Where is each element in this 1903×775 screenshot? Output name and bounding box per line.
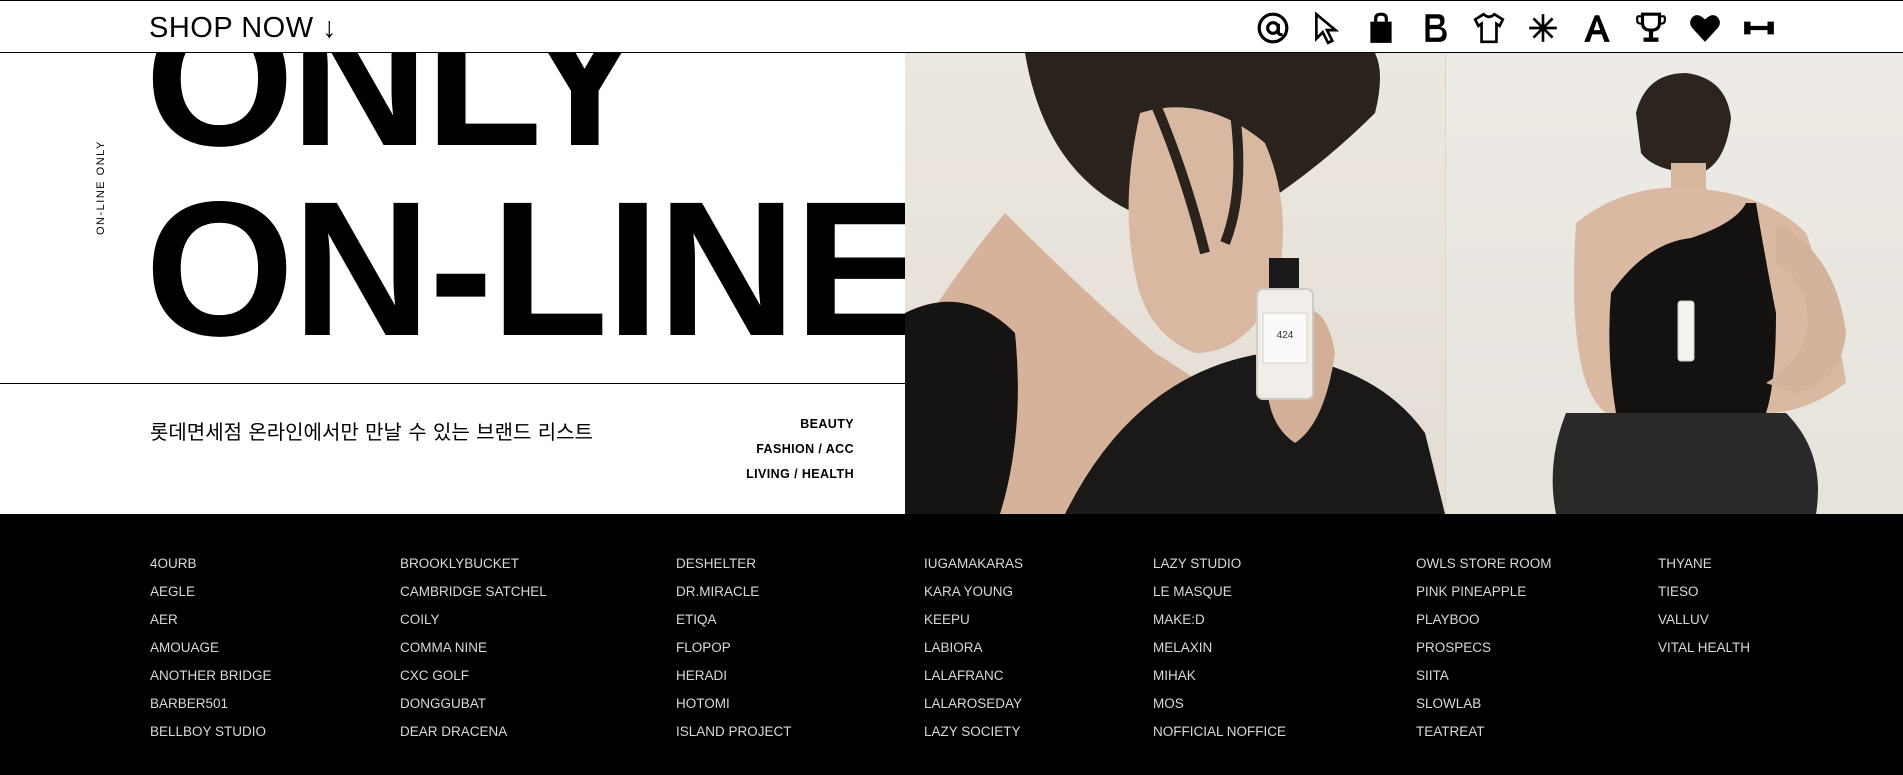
brand-link[interactable]: KEEPU bbox=[924, 606, 1023, 634]
tshirt-icon[interactable] bbox=[1462, 10, 1516, 46]
hero-text-area: ON-LINE ONLY ONLY ON-LINE bbox=[0, 53, 905, 383]
brand-link[interactable]: HOTOMI bbox=[676, 690, 792, 718]
brand-link[interactable]: TIESO bbox=[1658, 578, 1750, 606]
brand-link[interactable]: PINK PINEAPPLE bbox=[1416, 578, 1552, 606]
hero-photo: 424 bbox=[905, 53, 1903, 514]
brand-link[interactable]: FLOPOP bbox=[676, 634, 792, 662]
brand-column-1: 4OURB AEGLE AER AMOUAGE ANOTHER BRIDGE B… bbox=[150, 550, 272, 746]
perfume-bottle-label: 424 bbox=[1277, 330, 1294, 341]
brand-link[interactable]: PROSPECS bbox=[1416, 634, 1552, 662]
brand-link[interactable]: ISLAND PROJECT bbox=[676, 718, 792, 746]
brand-link[interactable]: PLAYBOO bbox=[1416, 606, 1552, 634]
brand-link[interactable]: AER bbox=[150, 606, 272, 634]
brand-link[interactable]: LALAROSEDAY bbox=[924, 690, 1023, 718]
cursor-icon[interactable] bbox=[1300, 10, 1354, 46]
brand-link[interactable]: CXC GOLF bbox=[400, 662, 547, 690]
brand-link[interactable]: COILY bbox=[400, 606, 547, 634]
brand-link[interactable]: SIITA bbox=[1416, 662, 1552, 690]
brand-link[interactable]: BROOKLYBUCKET bbox=[400, 550, 547, 578]
brand-link[interactable]: LALAFRANC bbox=[924, 662, 1023, 690]
category-icon-bar bbox=[1246, 10, 1786, 46]
brand-link[interactable]: NOFFICIAL NOFFICE bbox=[1153, 718, 1286, 746]
brand-link[interactable]: BARBER501 bbox=[150, 690, 272, 718]
hero-subtitle: 롯데면세점 온라인에서만 만날 수 있는 브랜드 리스트 bbox=[150, 420, 593, 444]
heart-icon[interactable] bbox=[1678, 10, 1732, 46]
brand-link[interactable]: KARA YOUNG bbox=[924, 578, 1023, 606]
brand-link[interactable]: ETIQA bbox=[676, 606, 792, 634]
brand-link[interactable]: AEGLE bbox=[150, 578, 272, 606]
at-icon[interactable] bbox=[1246, 10, 1300, 46]
asterisk-icon[interactable] bbox=[1516, 10, 1570, 46]
brand-list: 4OURB AEGLE AER AMOUAGE ANOTHER BRIDGE B… bbox=[0, 514, 1903, 775]
category-beauty[interactable]: BEAUTY bbox=[746, 412, 854, 437]
trophy-icon[interactable] bbox=[1624, 10, 1678, 46]
brand-link[interactable]: VALLUV bbox=[1658, 606, 1750, 634]
brand-link[interactable]: DONGGUBAT bbox=[400, 690, 547, 718]
brand-link[interactable]: TEATREAT bbox=[1416, 718, 1552, 746]
brand-link[interactable]: HERADI bbox=[676, 662, 792, 690]
hero-title-line1: ONLY bbox=[145, 53, 649, 186]
brand-link[interactable]: DESHELTER bbox=[676, 550, 792, 578]
brand-link[interactable]: LAZY SOCIETY bbox=[924, 718, 1023, 746]
brand-link[interactable]: LAZY STUDIO bbox=[1153, 550, 1286, 578]
hero-title-line2: ON-LINE bbox=[145, 161, 905, 376]
brand-column-5: LAZY STUDIO LE MASQUE MAKE:D MELAXIN MIH… bbox=[1153, 550, 1286, 746]
vertical-label: ON-LINE ONLY bbox=[95, 140, 107, 235]
brand-link[interactable]: SLOWLAB bbox=[1416, 690, 1552, 718]
brand-link[interactable]: OWLS STORE ROOM bbox=[1416, 550, 1552, 578]
brand-column-2: BROOKLYBUCKET CAMBRIDGE SATCHEL COILY CO… bbox=[400, 550, 547, 746]
photo-panel-back bbox=[1445, 53, 1903, 514]
shopping-bag-icon[interactable] bbox=[1354, 10, 1408, 46]
category-fashion-acc[interactable]: FASHION / ACC bbox=[746, 437, 854, 462]
brand-link[interactable]: MAKE:D bbox=[1153, 606, 1286, 634]
brand-column-4: IUGAMAKARAS KARA YOUNG KEEPU LABIORA LAL… bbox=[924, 550, 1023, 746]
photo-panel-perfume: 424 bbox=[905, 53, 1445, 514]
brand-link[interactable]: LE MASQUE bbox=[1153, 578, 1286, 606]
brand-link[interactable]: CAMBRIDGE SATCHEL bbox=[400, 578, 547, 606]
letter-b-icon[interactable] bbox=[1408, 10, 1462, 46]
brand-link[interactable]: MOS bbox=[1153, 690, 1286, 718]
brand-link[interactable]: MIHAK bbox=[1153, 662, 1286, 690]
brand-link[interactable]: MELAXIN bbox=[1153, 634, 1286, 662]
brand-link[interactable]: THYANE bbox=[1658, 550, 1750, 578]
letter-a-icon[interactable] bbox=[1570, 10, 1624, 46]
brand-link[interactable]: LABIORA bbox=[924, 634, 1023, 662]
brand-link[interactable]: DEAR DRACENA bbox=[400, 718, 547, 746]
brand-link[interactable]: VITAL HEALTH bbox=[1658, 634, 1750, 662]
category-links: BEAUTY FASHION / ACC LIVING / HEALTH bbox=[746, 412, 854, 487]
top-bar: SHOP NOW ↓ bbox=[0, 0, 1903, 53]
brand-column-7: THYANE TIESO VALLUV VITAL HEALTH bbox=[1658, 550, 1750, 662]
brand-link[interactable]: DR.MIRACLE bbox=[676, 578, 792, 606]
brand-link[interactable]: BELLBOY STUDIO bbox=[150, 718, 272, 746]
brand-link[interactable]: 4OURB bbox=[150, 550, 272, 578]
category-living-health[interactable]: LIVING / HEALTH bbox=[746, 462, 854, 487]
brand-link[interactable]: IUGAMAKARAS bbox=[924, 550, 1023, 578]
shop-now-link[interactable]: SHOP NOW ↓ bbox=[149, 12, 337, 45]
hero-divider bbox=[0, 383, 905, 384]
dumbbell-icon[interactable] bbox=[1732, 10, 1786, 46]
brand-column-6: OWLS STORE ROOM PINK PINEAPPLE PLAYBOO P… bbox=[1416, 550, 1552, 746]
brand-link[interactable]: COMMA NINE bbox=[400, 634, 547, 662]
brand-link[interactable]: AMOUAGE bbox=[150, 634, 272, 662]
brand-column-3: DESHELTER DR.MIRACLE ETIQA FLOPOP HERADI… bbox=[676, 550, 792, 746]
brand-link[interactable]: ANOTHER BRIDGE bbox=[150, 662, 272, 690]
